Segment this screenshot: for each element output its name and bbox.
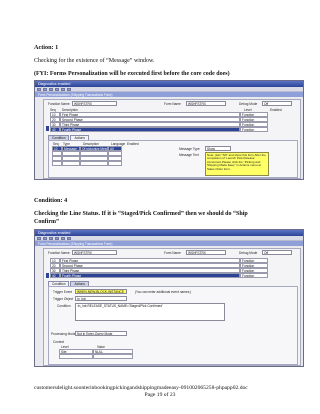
- debug-mode-label: Debug Mode: [239, 251, 258, 255]
- trigger-event-hint: (You can enter additional event names.): [135, 290, 192, 294]
- toolbar-icon[interactable]: [67, 236, 71, 240]
- message-text-field[interactable]: Note: plan "SD" and show this form After…: [205, 152, 269, 176]
- debug-mode-select[interactable]: Off: [262, 101, 292, 106]
- action-row-empty[interactable]: [52, 161, 122, 166]
- page-number: Page 19 of 23: [144, 392, 176, 398]
- document-footer-path: customersdelight.soonterinbookingpicking…: [34, 385, 248, 391]
- toolbar-icon[interactable]: [55, 87, 59, 91]
- condition-description: Checking the Line Status. If it is “Stag…: [34, 211, 248, 217]
- forms-personalization-screenshot-1: Diagnostics enabled Form Personalization…: [34, 80, 304, 180]
- form-subtitle: Form Personalizations (Shipping Transact…: [35, 241, 303, 246]
- personalization-panel: Function Name WSHFSTRX Form Name WSHFSTR…: [43, 248, 301, 366]
- form-name-field[interactable]: WSHFSTRX: [186, 101, 226, 106]
- toolbar-icon[interactable]: [37, 87, 41, 91]
- trigger-object-field[interactable]: ln_hdr: [75, 296, 127, 301]
- row-level[interactable]: Function: [240, 273, 268, 278]
- toolbar-icon[interactable]: [61, 87, 65, 91]
- toolbar-icon[interactable]: [49, 87, 53, 91]
- forms-personalization-screenshot-2: Diagnostics enabled Form Personalization…: [34, 229, 304, 367]
- selected-row-marker: [46, 273, 49, 278]
- message-type-select[interactable]: Show: [205, 146, 231, 151]
- form-subtitle: Form Personalizations (Shipping Transact…: [35, 92, 303, 97]
- row-description[interactable]: Fourth Phase: [60, 127, 240, 132]
- trigger-event-field[interactable]: WHEN-NEW-BLOCK-INSTANCE: [75, 289, 127, 294]
- table-row-selected[interactable]: 40 Fourth Phase Function: [50, 273, 268, 278]
- condition-field[interactable]: :ln_hdr.RELEASE_STATUS_NAME='Staged/Pick…: [75, 303, 225, 321]
- message-text-label: Message Text: [179, 153, 199, 157]
- action-description: Checking for the existence of “Message” …: [34, 58, 155, 64]
- actions-panel: Seq Type Description Language Enabled 10…: [48, 140, 298, 178]
- message-type-label: Message Type: [179, 147, 200, 151]
- toolbar-icon[interactable]: [37, 236, 41, 240]
- condition-panel: Trigger Event WHEN-NEW-BLOCK-INSTANCE (Y…: [48, 286, 298, 365]
- toolbar-icon[interactable]: [67, 87, 71, 91]
- personalization-panel: Function Name WSHFSTRX Form Name WSHFSTR…: [43, 99, 301, 179]
- action-enabled-header: Enabled: [127, 142, 139, 146]
- function-name-label: Function Name: [48, 251, 70, 255]
- row-seq[interactable]: 40: [50, 273, 60, 278]
- table-row-selected[interactable]: 40 Fourth Phase Function: [50, 127, 268, 132]
- function-name-field[interactable]: WSHFSTRX: [72, 250, 117, 255]
- function-name-label: Function Name: [48, 102, 70, 106]
- action-note: (FYI: Forms Personalization will be exec…: [34, 71, 230, 77]
- form-name-label: Form Name: [164, 102, 181, 106]
- action-heading: Action: 1: [34, 44, 59, 51]
- trigger-event-label: Trigger Event: [53, 290, 73, 294]
- row-description[interactable]: Fourth Phase: [60, 273, 240, 278]
- processing-mode-label: Processing Mode: [51, 332, 76, 336]
- row-level[interactable]: Function: [240, 127, 268, 132]
- toolbar-icon[interactable]: [43, 236, 47, 240]
- condition-description-cont: Confirm”: [34, 219, 59, 225]
- window-title: Diagnostics enabled: [38, 231, 71, 235]
- debug-mode-select[interactable]: Off: [262, 250, 292, 255]
- trigger-object-label: Trigger Object: [53, 297, 74, 301]
- window-title: Diagnostics enabled: [38, 82, 71, 86]
- row-seq[interactable]: 40: [50, 127, 60, 132]
- form-name-field[interactable]: WSHFSTRX: [186, 250, 226, 255]
- processing-mode-select[interactable]: Not in Enter-Query Mode: [75, 331, 127, 336]
- debug-mode-label: Debug Mode: [239, 102, 258, 106]
- condition-heading: Condition: 4: [34, 197, 68, 204]
- toolbar-icon[interactable]: [43, 87, 47, 91]
- condition-label: Condition: [57, 304, 71, 308]
- enabled-header: Enabled: [270, 108, 282, 112]
- toolbar-icon[interactable]: [49, 236, 53, 240]
- toolbar-icon[interactable]: [55, 236, 59, 240]
- function-name-field[interactable]: WSHFSTRX: [72, 101, 117, 106]
- form-name-label: Form Name: [164, 251, 181, 255]
- toolbar-icon[interactable]: [61, 236, 65, 240]
- selected-row-marker: [46, 126, 49, 131]
- context-row-empty[interactable]: [59, 354, 133, 359]
- context-label: Context: [53, 340, 64, 344]
